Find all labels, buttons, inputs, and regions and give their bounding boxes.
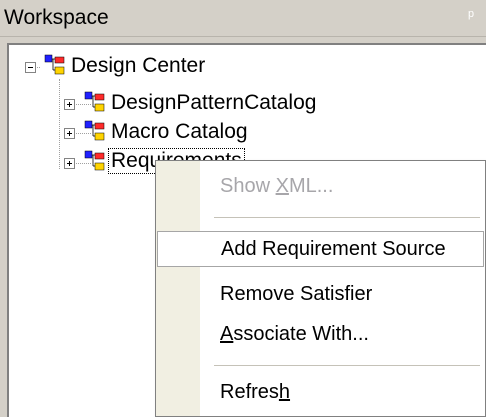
menu-item-associate-with[interactable]: Associate With... [157, 317, 484, 353]
menu-item-show-xml[interactable]: Show XML... [157, 169, 484, 205]
context-menu: Show XML... Add Requirement Source Remov… [155, 160, 486, 417]
menu-item-label: Remove Satisfier [220, 283, 373, 305]
workspace-title: Workspace [4, 6, 109, 29]
menu-separator [214, 365, 480, 366]
workspace-panel: Workspace ᵖ Design Center DesignPatternC… [0, 0, 486, 417]
design-center-icon [44, 54, 65, 75]
expand-icon[interactable] [64, 128, 75, 139]
tree-item-label[interactable]: DesignPatternCatalog [111, 91, 316, 115]
catalog-icon [84, 150, 105, 171]
tree-item-label[interactable]: Macro Catalog [111, 120, 248, 144]
menu-item-label: Show XML... [220, 175, 334, 197]
collapse-icon[interactable] [25, 62, 36, 73]
expand-icon[interactable] [64, 158, 75, 169]
expand-icon[interactable] [64, 99, 75, 110]
menu-item-label: Add Requirement Source [221, 238, 446, 260]
menu-item-remove-satisfier[interactable]: Remove Satisfier [157, 277, 484, 313]
menu-item-add-requirement-source[interactable]: Add Requirement Source [157, 231, 484, 267]
menu-item-label: Associate With... [220, 323, 369, 345]
catalog-icon [84, 91, 105, 112]
workspace-titlebar: Workspace ᵖ [0, 0, 486, 37]
menu-separator [214, 217, 480, 218]
tree-root-label[interactable]: Design Center [71, 54, 205, 78]
pin-icon[interactable]: ᵖ [468, 9, 480, 25]
catalog-icon [84, 120, 105, 141]
menu-item-label: Refresh [220, 381, 291, 403]
menu-item-refresh[interactable]: Refresh [157, 375, 484, 411]
tree-connector [59, 79, 60, 169]
